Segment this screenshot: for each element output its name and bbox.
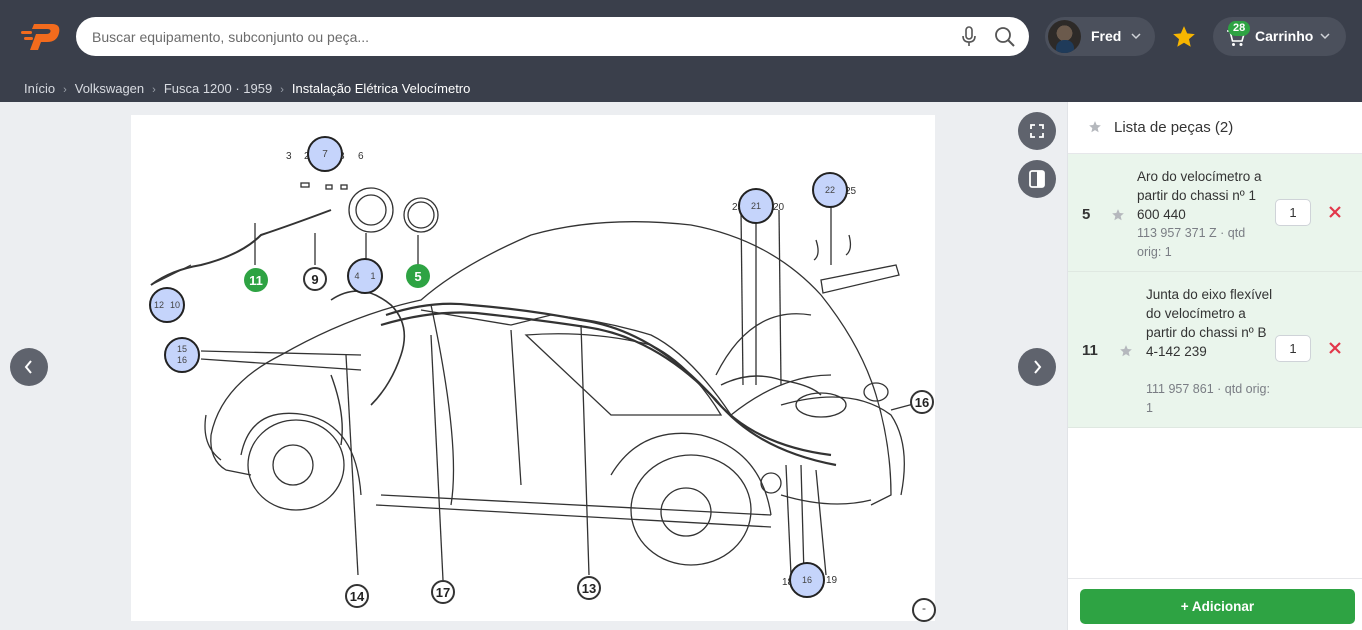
part-ref-number: 5	[1082, 206, 1091, 223]
cart-button[interactable]: 28 Carrinho	[1213, 17, 1346, 56]
highlight-marker[interactable]: 7	[307, 136, 343, 172]
highlight-marker[interactable]: 12 10	[149, 287, 185, 323]
parts-list-panel: Lista de peças (2) 5 Aro do velocímetro …	[1067, 102, 1362, 630]
highlight-marker-label: 10	[169, 300, 180, 310]
diagram-number: 20	[773, 202, 785, 213]
breadcrumb-brand[interactable]: Volkswagen	[75, 81, 144, 96]
chevron-down-icon	[1131, 33, 1141, 40]
zoom-out-button[interactable]: -	[912, 598, 936, 622]
part-marker-green[interactable]: 5	[406, 264, 430, 288]
breadcrumb: Início › Volkswagen › Fusca 1200 · 1959 › Inst…	[24, 81, 470, 96]
breadcrumb-separator: ›	[280, 84, 284, 96]
highlight-marker[interactable]: 15 16	[164, 337, 200, 373]
highlight-marker-label: 15	[176, 344, 187, 354]
parts-list-footer: + Adicionar	[1068, 578, 1362, 630]
part-row[interactable]: 11 Junta do eixo flexível do velocímetro…	[1068, 272, 1362, 428]
highlight-marker-label: 16	[176, 355, 187, 365]
top-bar: Fred 28 Carrinho Início › Volkswagen › Fusca…	[0, 0, 1362, 102]
chevron-down-icon	[1320, 33, 1330, 40]
parts-list-header: Lista de peças (2)	[1068, 102, 1362, 154]
chevron-left-icon	[24, 360, 32, 374]
part-name: Aro do velocímetro a partir do chassi nº…	[1137, 169, 1262, 222]
part-row[interactable]: 5 Aro do velocímetro a partir do chassi …	[1068, 154, 1362, 272]
highlight-marker[interactable]: 41	[347, 258, 383, 294]
split-view-button[interactable]	[1018, 160, 1056, 198]
part-marker-green[interactable]: 11	[244, 268, 268, 292]
diagram-viewer: 3 2 8 6 23 20 25 18 19 11 9 5 16 14 17 1…	[0, 102, 1067, 630]
search-bar	[76, 17, 1029, 56]
highlight-marker-label: 4	[354, 271, 360, 281]
mic-icon[interactable]	[960, 26, 978, 48]
diagram-number: 6	[358, 151, 364, 162]
user-menu-button[interactable]: Fred	[1045, 17, 1155, 56]
breadcrumb-model[interactable]: Fusca 1200 · 1959	[164, 81, 272, 96]
breadcrumb-home[interactable]: Início	[24, 81, 55, 96]
fullscreen-button[interactable]	[1018, 112, 1056, 150]
part-meta: 111 957 861 · qtd orig: 1	[1146, 382, 1270, 415]
next-diagram-button[interactable]	[1018, 348, 1056, 386]
highlight-marker[interactable]: 21	[738, 188, 774, 224]
part-marker[interactable]: 9	[303, 267, 327, 291]
star-icon[interactable]	[1111, 208, 1125, 222]
remove-icon[interactable]	[1329, 206, 1341, 218]
search-icon[interactable]	[994, 26, 1016, 48]
breadcrumb-separator: ›	[63, 84, 67, 96]
star-icon	[1089, 121, 1101, 133]
highlight-marker-label: 12	[153, 300, 164, 310]
quantity-input[interactable]	[1275, 335, 1311, 362]
diagram-number: 3	[286, 151, 292, 162]
part-ref-number: 11	[1082, 342, 1098, 359]
quantity-input[interactable]	[1275, 199, 1311, 226]
cart-count-badge: 28	[1228, 21, 1251, 36]
cart-label: Carrinho	[1255, 28, 1314, 44]
favorites-star-icon[interactable]	[1171, 24, 1197, 50]
prev-diagram-button[interactable]	[10, 348, 48, 386]
user-name: Fred	[1091, 28, 1122, 44]
part-meta: 113 957 371 Z · qtd orig: 1	[1137, 226, 1246, 259]
logo-icon[interactable]	[20, 20, 62, 52]
part-marker[interactable]: 14	[345, 584, 369, 608]
highlight-marker-label: 1	[370, 271, 376, 281]
parts-list-title: Lista de peças (2)	[1114, 119, 1234, 136]
star-icon[interactable]	[1119, 344, 1133, 358]
search-input[interactable]	[92, 17, 942, 56]
add-to-cart-button[interactable]: + Adicionar	[1080, 589, 1355, 624]
part-name: Junta do eixo flexível do velocímetro a …	[1146, 287, 1273, 359]
avatar	[1048, 20, 1081, 53]
breadcrumb-current: Instalação Elétrica Velocímetro	[291, 81, 471, 96]
split-view-icon	[1029, 170, 1045, 188]
breadcrumb-separator: ›	[152, 84, 156, 96]
diagram-number: 19	[826, 575, 838, 586]
highlight-marker[interactable]: 16	[789, 562, 825, 598]
highlight-marker[interactable]: 22	[812, 172, 848, 208]
chevron-right-icon	[1034, 360, 1042, 374]
part-marker[interactable]: 13	[577, 576, 601, 600]
part-marker[interactable]: 17	[431, 580, 455, 604]
part-marker[interactable]: 16	[910, 390, 934, 414]
fullscreen-icon	[1030, 124, 1044, 138]
remove-icon[interactable]	[1329, 342, 1341, 354]
